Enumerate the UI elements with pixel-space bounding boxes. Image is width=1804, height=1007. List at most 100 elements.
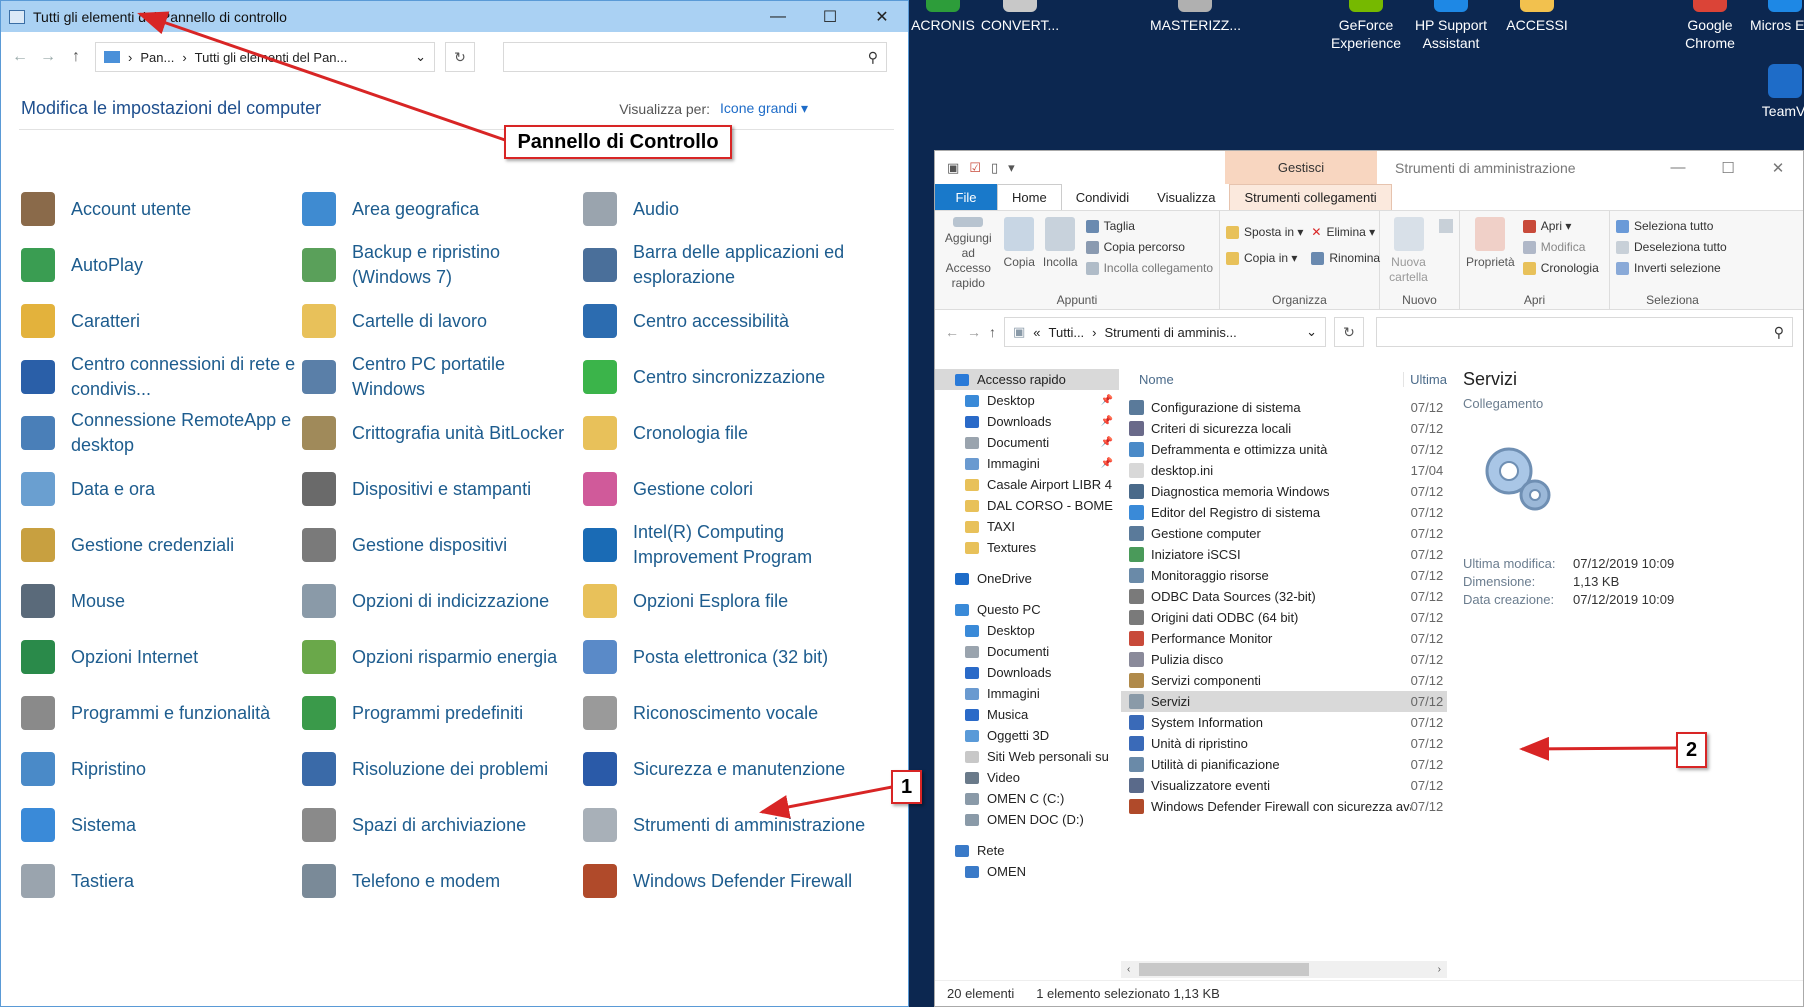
tree-item[interactable]: Video — [935, 767, 1119, 788]
control-panel-item[interactable]: Posta elettronica (32 bit) — [583, 629, 883, 685]
tree-item[interactable]: Immagini — [935, 683, 1119, 704]
new-folder-button[interactable]: Nuova cartella — [1386, 217, 1431, 291]
control-panel-titlebar[interactable]: Tutti gli elementi del Pannello di contr… — [1, 1, 908, 32]
file-row[interactable]: Iniziatore iSCSI 07/12 — [1121, 544, 1447, 565]
breadcrumb-item[interactable]: Pan... — [140, 50, 174, 65]
file-row[interactable]: Servizi 07/12 — [1121, 691, 1447, 712]
tree-item[interactable]: OMEN DOC (D:) — [935, 809, 1119, 830]
scroll-left-icon[interactable]: ‹ — [1127, 964, 1130, 975]
breadcrumb-item[interactable]: Tutti gli elementi del Pan... — [195, 50, 407, 65]
up-arrow-icon[interactable]: ↑ — [67, 48, 85, 66]
control-panel-item[interactable]: Dispositivi e stampanti — [302, 461, 583, 517]
new-folder-icon[interactable]: ▯ — [991, 160, 998, 176]
view-by-dropdown[interactable]: Icone grandi ▾ — [720, 100, 808, 117]
tree-item[interactable]: OMEN C (C:) — [935, 788, 1119, 809]
file-row[interactable]: Gestione computer 07/12 — [1121, 523, 1447, 544]
delete-button[interactable]: ✕ Elimina ▾ — [1311, 225, 1380, 239]
tree-item[interactable]: Oggetti 3D — [935, 725, 1119, 746]
tree-item[interactable]: Desktop 📌 — [935, 390, 1119, 411]
control-panel-item[interactable]: Sistema — [21, 797, 302, 853]
control-panel-item[interactable]: Mouse — [21, 573, 302, 629]
control-panel-item[interactable]: Opzioni Internet — [21, 629, 302, 685]
control-panel-item[interactable]: Opzioni Esplora file — [583, 573, 883, 629]
address-bar[interactable]: ▣ « Tutti... › Strumenti di amminis... ⌄ — [1004, 317, 1326, 347]
tree-item[interactable]: Textures — [935, 537, 1119, 558]
invert-selection-button[interactable]: Inverti selezione — [1616, 261, 1727, 275]
tree-item[interactable]: Immagini 📌 — [935, 453, 1119, 474]
minimize-button[interactable]: — — [752, 8, 804, 26]
file-row[interactable]: Monitoraggio risorse 07/12 — [1121, 565, 1447, 586]
explorer-titlebar[interactable]: ▣ ☑ ▯ ▾ Gestisci Strumenti di amministra… — [935, 151, 1803, 184]
control-panel-item[interactable]: Telefono e modem — [302, 853, 583, 909]
chevron-down-icon[interactable]: ▾ — [1008, 160, 1015, 176]
control-panel-item[interactable]: Area geografica — [302, 181, 583, 237]
desktop-icon[interactable]: CONVERT... — [975, 0, 1065, 34]
tab-gestisci[interactable]: Gestisci — [1225, 151, 1377, 184]
desktop-icon[interactable]: ACCESSI — [1492, 0, 1582, 34]
properties-check-icon[interactable]: ☑ — [969, 160, 981, 176]
file-row[interactable]: Performance Monitor 07/12 — [1121, 628, 1447, 649]
tab-condividi[interactable]: Condividi — [1062, 184, 1143, 210]
properties-button[interactable]: Proprietà — [1466, 217, 1515, 291]
control-panel-item[interactable]: Sicurezza e manutenzione — [583, 741, 883, 797]
control-panel-item[interactable]: Risoluzione dei problemi — [302, 741, 583, 797]
tab-file[interactable]: File — [935, 184, 997, 210]
paste-shortcut-button[interactable]: Incolla collegamento — [1085, 261, 1213, 275]
horizontal-scrollbar[interactable]: ‹ › — [1121, 961, 1447, 978]
tree-item[interactable]: Questo PC — [935, 599, 1119, 620]
control-panel-item[interactable]: Connessione RemoteApp e desktop — [21, 405, 302, 461]
tab-strumenti-collegamenti[interactable]: Strumenti collegamenti — [1229, 184, 1392, 210]
tab-visualizza[interactable]: Visualizza — [1143, 184, 1229, 210]
tab-home[interactable]: Home — [997, 184, 1062, 210]
tree-item[interactable]: OneDrive — [935, 568, 1119, 589]
file-row[interactable]: Origini dati ODBC (64 bit) 07/12 — [1121, 607, 1447, 628]
tree-item[interactable]: Rete — [935, 840, 1119, 861]
desktop-icon[interactable]: GeForce Experience — [1321, 0, 1411, 52]
file-row[interactable]: Pulizia disco 07/12 — [1121, 649, 1447, 670]
control-panel-item[interactable]: Windows Defender Firewall — [583, 853, 883, 909]
select-all-button[interactable]: Seleziona tutto — [1616, 219, 1727, 233]
file-row[interactable]: Visualizzatore eventi 07/12 — [1121, 775, 1447, 796]
control-panel-item[interactable]: Caratteri — [21, 293, 302, 349]
scroll-right-icon[interactable]: › — [1438, 964, 1441, 975]
tree-item[interactable]: Documenti — [935, 641, 1119, 662]
tree-item[interactable]: Desktop — [935, 620, 1119, 641]
control-panel-item[interactable]: Centro accessibilità — [583, 293, 883, 349]
back-arrow-icon[interactable]: ← — [945, 324, 959, 340]
file-row[interactable]: Editor del Registro di sistema 07/12 — [1121, 502, 1447, 523]
tree-item[interactable]: DAL CORSO - BOME — [935, 495, 1119, 516]
control-panel-item[interactable]: Intel(R) Computing Improvement Program — [583, 517, 883, 573]
close-button[interactable]: ✕ — [1753, 159, 1803, 177]
tree-item[interactable]: Downloads 📌 — [935, 411, 1119, 432]
edit-button[interactable]: Modifica — [1522, 240, 1599, 254]
breadcrumb-overflow[interactable]: « — [1033, 325, 1040, 340]
control-panel-item[interactable]: Programmi predefiniti — [302, 685, 583, 741]
copy-to-button[interactable]: Copia in ▾ — [1226, 251, 1303, 265]
control-panel-item[interactable]: Cronologia file — [583, 405, 883, 461]
tree-item[interactable]: Documenti 📌 — [935, 432, 1119, 453]
control-panel-item[interactable]: Gestione dispositivi — [302, 517, 583, 573]
control-panel-item[interactable]: Backup e ripristino (Windows 7) — [302, 237, 583, 293]
control-panel-item[interactable]: Barra delle applicazioni ed esplorazione — [583, 237, 883, 293]
minimize-button[interactable]: — — [1653, 159, 1703, 176]
control-panel-item[interactable]: Crittografia unità BitLocker — [302, 405, 583, 461]
file-row[interactable]: Windows Defender Firewall con sicurezza … — [1121, 796, 1447, 817]
control-panel-item[interactable]: Gestione colori — [583, 461, 883, 517]
forward-arrow-icon[interactable]: → — [39, 48, 57, 66]
up-arrow-icon[interactable]: ↑ — [989, 324, 996, 340]
rename-button[interactable]: Rinomina — [1311, 251, 1380, 265]
breadcrumb-item[interactable]: Strumenti di amminis... — [1105, 325, 1299, 340]
control-panel-item[interactable]: Spazi di archiviazione — [302, 797, 583, 853]
address-bar[interactable]: › Pan... › Tutti gli elementi del Pan...… — [95, 42, 435, 72]
chevron-down-icon[interactable]: ⌄ — [415, 49, 426, 65]
file-row[interactable]: ODBC Data Sources (32-bit) 07/12 — [1121, 586, 1447, 607]
control-panel-item[interactable]: AutoPlay — [21, 237, 302, 293]
refresh-button[interactable]: ↻ — [445, 42, 475, 72]
open-button[interactable]: Apri ▾ — [1522, 219, 1599, 233]
control-panel-item[interactable]: Ripristino — [21, 741, 302, 797]
search-input[interactable]: ⚲ — [503, 42, 887, 72]
control-panel-item[interactable]: Cartelle di lavoro — [302, 293, 583, 349]
refresh-button[interactable]: ↻ — [1334, 317, 1364, 347]
control-panel-item[interactable]: Audio — [583, 181, 883, 237]
search-input[interactable]: ⚲ — [1376, 317, 1793, 347]
